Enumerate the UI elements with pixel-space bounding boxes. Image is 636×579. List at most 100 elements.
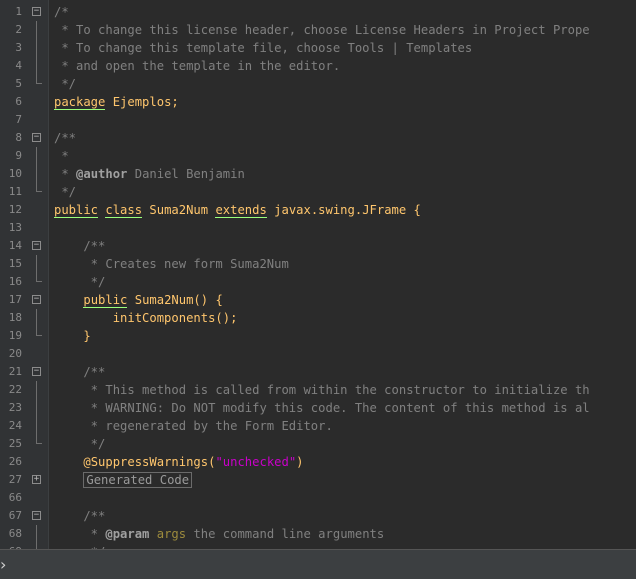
code-token: /** — [54, 239, 106, 253]
code-token: * regenerated by the Form Editor. — [54, 419, 333, 433]
fold-end-guide — [36, 435, 42, 444]
code-line[interactable]: 67 − /** — [0, 507, 636, 525]
fold-collapse-icon[interactable]: − — [32, 7, 41, 16]
code-line[interactable]: 7 — [0, 111, 636, 129]
code-token: public — [83, 293, 128, 308]
code-token: javax.swing.JFrame { — [266, 203, 421, 217]
code-lines: 1 − /* 2 * To change this license header, c… — [0, 3, 636, 549]
code-line[interactable]: 18 initComponents(); — [0, 309, 636, 327]
code-line[interactable]: 22 * This method is called from within t… — [0, 381, 636, 399]
line-number: 22 — [8, 383, 22, 396]
code-line[interactable]: 14 − /** — [0, 237, 636, 255]
code-line[interactable]: 10 * @author Daniel Benjamin — [0, 165, 636, 183]
code-line[interactable]: 17 − public Suma2Num() { — [0, 291, 636, 309]
line-number: 6 — [15, 95, 22, 108]
line-number: 27 — [8, 473, 22, 486]
code-line[interactable]: 9 * — [0, 147, 636, 165]
fold-end-guide — [36, 183, 42, 192]
code-text: * regenerated by the Form Editor. — [54, 417, 333, 435]
line-number: 24 — [8, 419, 22, 432]
code-line[interactable]: 68 * @param args the command line argume… — [0, 525, 636, 543]
code-line[interactable]: 6 package Ejemplos; — [0, 93, 636, 111]
fold-guide — [36, 381, 37, 399]
code-token: initComponents(); — [54, 311, 238, 325]
code-token: ) — [296, 455, 304, 469]
code-line[interactable]: 1 − /* — [0, 3, 636, 21]
code-line[interactable]: 19 } — [0, 327, 636, 345]
code-text: */ — [54, 435, 106, 453]
line-number: 8 — [15, 131, 22, 144]
code-line[interactable]: 3 * To change this template file, choose… — [0, 39, 636, 57]
code-token: */ — [54, 185, 77, 199]
code-token: args — [156, 527, 187, 541]
code-text: initComponents(); — [54, 309, 238, 327]
code-line[interactable]: 5 */ — [0, 75, 636, 93]
fold-guide — [36, 309, 37, 327]
code-line[interactable]: 16 */ — [0, 273, 636, 291]
code-text: */ — [54, 75, 76, 93]
code-line[interactable]: 4 * and open the template in the editor. — [0, 57, 636, 75]
code-line[interactable]: 26 @SuppressWarnings("unchecked") — [0, 453, 636, 471]
fold-collapse-icon[interactable]: − — [32, 511, 41, 520]
fold-collapse-icon[interactable]: − — [32, 241, 41, 250]
code-line[interactable]: 24 * regenerated by the Form Editor. — [0, 417, 636, 435]
code-token: "unchecked" — [215, 455, 297, 469]
fold-collapse-icon[interactable]: − — [32, 295, 41, 304]
code-token: Daniel Benjamin — [127, 167, 245, 181]
code-line[interactable]: 8 − /** — [0, 129, 636, 147]
code-text: Generated Code — [54, 471, 193, 489]
code-text: * To change this license header, choose … — [54, 21, 589, 39]
code-line[interactable]: 25 */ — [0, 435, 636, 453]
code-editor[interactable]: 1 − /* 2 * To change this license header, c… — [0, 0, 636, 549]
code-token: * — [54, 527, 106, 541]
code-line[interactable]: 66 — [0, 489, 636, 507]
line-number: 13 — [8, 221, 22, 234]
code-line[interactable]: 11 */ — [0, 183, 636, 201]
fold-guide — [36, 399, 37, 417]
code-line[interactable]: 2 * To change this license header, choos… — [0, 21, 636, 39]
fold-collapse-icon[interactable]: − — [32, 133, 41, 142]
code-text: * @param args the command line arguments — [54, 525, 385, 543]
code-text: @SuppressWarnings("unchecked") — [54, 453, 304, 471]
code-line[interactable]: 21 − /** — [0, 363, 636, 381]
fold-end-guide — [36, 327, 42, 336]
line-number: 19 — [8, 329, 22, 342]
fold-guide — [36, 165, 37, 183]
code-token: * WARNING: Do NOT modify this code. The … — [54, 401, 590, 415]
fold-end-guide — [36, 273, 42, 282]
expand-arrow-icon[interactable]: › — [0, 555, 6, 574]
code-token: the command line arguments — [186, 527, 385, 541]
code-line[interactable]: 15 * Creates new form Suma2Num — [0, 255, 636, 273]
code-text: /** — [54, 363, 105, 381]
line-number: 5 — [15, 77, 22, 90]
code-line[interactable]: 27 + Generated Code — [0, 471, 636, 489]
line-number: 67 — [8, 509, 22, 522]
code-line[interactable]: 20 — [0, 345, 636, 363]
line-number: 7 — [15, 113, 22, 126]
line-number: 25 — [8, 437, 22, 450]
line-number: 16 — [8, 275, 22, 288]
code-text: * — [54, 147, 68, 165]
code-token: * To change this template file, choose T… — [54, 41, 473, 55]
code-token: /* — [54, 5, 69, 19]
code-token: */ — [54, 275, 106, 289]
code-token: */ — [54, 437, 106, 451]
code-line[interactable]: 12 public class Suma2Num extends javax.sw… — [0, 201, 636, 219]
fold-guide — [36, 39, 37, 57]
fold-guide — [36, 57, 37, 75]
line-number: 68 — [8, 527, 22, 540]
code-line[interactable]: 13 — [0, 219, 636, 237]
generated-code-fold[interactable]: Generated Code — [83, 472, 193, 488]
code-text: /** — [54, 129, 76, 147]
fold-expand-icon[interactable]: + — [32, 475, 41, 484]
code-token: @SuppressWarnings — [83, 455, 209, 469]
code-token: Ejemplos; — [105, 95, 179, 109]
code-line[interactable]: 23 * WARNING: Do NOT modify this code. T… — [0, 399, 636, 417]
code-token: class — [105, 203, 143, 218]
code-text: /** — [54, 507, 105, 525]
fold-collapse-icon[interactable]: − — [32, 367, 41, 376]
code-token: @param — [105, 527, 150, 541]
fold-guide — [36, 21, 37, 39]
